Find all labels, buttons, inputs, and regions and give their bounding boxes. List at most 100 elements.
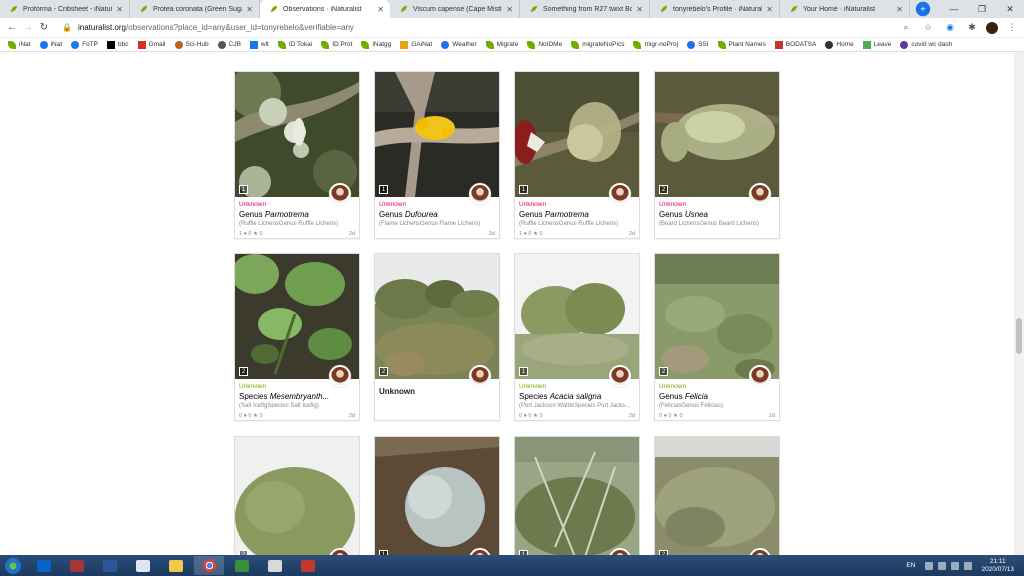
observation-card[interactable]: 2 [654, 436, 780, 555]
taxon-name[interactable]: Species Mesembryanth... [239, 391, 355, 402]
bookmark-item[interactable]: Plant Names [717, 40, 766, 49]
taskbar-photos[interactable] [260, 556, 290, 575]
taskbar-tool[interactable] [293, 556, 323, 575]
close-icon[interactable]: ✕ [506, 5, 513, 14]
taxon-name[interactable]: Genus Dufourea [379, 209, 495, 220]
star-icon[interactable]: ☆ [920, 20, 936, 36]
clock[interactable]: 21:11 2020/07/13 [981, 558, 1014, 574]
close-icon[interactable]: ✕ [636, 5, 643, 14]
taskbar-app[interactable] [227, 556, 257, 575]
close-icon[interactable]: ✕ [766, 5, 773, 14]
taxon-name[interactable]: Genus Usnea [659, 209, 775, 220]
observation-photo[interactable] [235, 72, 359, 197]
maximize-icon[interactable]: ❐ [968, 0, 996, 18]
search-icon[interactable]: ⌕ [898, 20, 914, 36]
close-icon[interactable]: ✕ [116, 5, 123, 14]
bookmark-item[interactable]: Home [825, 40, 854, 49]
observation-photo[interactable] [235, 254, 359, 379]
bookmark-item[interactable]: wlt [249, 40, 269, 49]
bookmark-item[interactable]: ID.Prot [321, 40, 352, 49]
tab-viscum[interactable]: Viscum capense (Cape Mistletoe ✕ [390, 0, 520, 18]
close-icon[interactable]: ✕ [246, 5, 253, 14]
bookmark-item[interactable]: FoTP [71, 40, 98, 49]
tab-home[interactable]: Your Home · iNaturalist ✕ [780, 0, 910, 18]
bookmark-item[interactable]: Gmail [137, 40, 166, 49]
close-icon[interactable]: ✕ [896, 5, 903, 14]
scrollbar-thumb[interactable] [1016, 318, 1022, 354]
forward-arrow-icon[interactable]: → [20, 20, 36, 36]
start-button[interactable] [0, 555, 26, 576]
vertical-scrollbar[interactable] [1014, 52, 1024, 555]
language-indicator[interactable]: EN [906, 562, 915, 569]
bookmark-item[interactable]: ID Tokai [277, 40, 312, 49]
observation-photo[interactable] [375, 72, 499, 197]
close-icon[interactable]: ✕ [377, 5, 384, 14]
tab-r27[interactable]: Something from R27 twixt Bottl ✕ [520, 0, 650, 18]
bookmark-item[interactable]: Leave [862, 40, 891, 49]
observation-card[interactable]: 1 Unknown Genus Parmotrema (Ruffle Liche… [234, 71, 360, 239]
taxon-name[interactable]: Unknown [379, 387, 495, 396]
volume-icon[interactable] [964, 561, 973, 570]
bookmark-item[interactable]: iNatgg [361, 40, 391, 49]
bookmark-item[interactable]: CJB [217, 40, 241, 49]
taskbar-outlook[interactable] [29, 556, 59, 575]
taxon-name[interactable]: Genus Parmotrema [239, 209, 355, 220]
bookmark-item[interactable]: migrateNoPics [571, 40, 624, 49]
profile-avatar[interactable] [986, 21, 998, 34]
taskbar-word[interactable] [95, 556, 125, 575]
bookmark-item[interactable]: iNat [39, 40, 62, 49]
observation-card[interactable]: 1 [514, 436, 640, 555]
observation-card[interactable]: 2 Unknown Species Mesembryanth... (Salt … [234, 253, 360, 421]
bookmark-item[interactable]: NoIDMe [527, 40, 562, 49]
observation-photo[interactable] [515, 254, 639, 379]
observation-card[interactable]: 2 [234, 436, 360, 555]
bookmark-item[interactable]: migr-noProj [633, 40, 678, 49]
taskbar-explorer[interactable] [161, 556, 191, 575]
observation-card[interactable]: 1 [374, 436, 500, 555]
observation-photo[interactable] [375, 254, 499, 379]
back-arrow-icon[interactable]: ← [4, 20, 20, 36]
observation-card[interactable]: 2 Unknown [374, 253, 500, 421]
network-icon[interactable] [938, 561, 947, 570]
observation-card[interactable]: 1 Unknown Genus Parmotrema (Ruffle Liche… [514, 71, 640, 239]
close-window-icon[interactable]: ✕ [996, 0, 1024, 18]
battery-icon[interactable] [951, 561, 960, 570]
observation-photo[interactable] [235, 437, 359, 555]
observation-photo[interactable] [375, 437, 499, 555]
taskbar-notepad[interactable] [128, 556, 158, 575]
observation-card[interactable]: 2 Unknown Genus Felicia (FeliciasGenus F… [654, 253, 780, 421]
tab-protea[interactable]: Protea coronata (Green Sugarbu ✕ [130, 0, 260, 18]
bookmark-item[interactable]: bbc [107, 40, 129, 49]
minimize-icon[interactable]: — [940, 0, 968, 18]
observation-photo[interactable] [515, 72, 639, 197]
taskbar-access[interactable] [62, 556, 92, 575]
bookmark-item[interactable]: Weather [441, 40, 477, 49]
puzzle-icon[interactable]: ✱ [964, 20, 980, 36]
observation-photo[interactable] [515, 437, 639, 555]
observation-card[interactable]: 1 Unknown Genus Dufourea (Flame LichensG… [374, 71, 500, 239]
new-tab-button[interactable]: + [915, 1, 931, 17]
extension-icon[interactable]: ◉ [942, 20, 958, 36]
tray-icon[interactable] [925, 561, 934, 570]
bookmark-item[interactable]: GAiNat [400, 40, 432, 49]
tab-proforma[interactable]: Proforma - Cribsheet - iNaturalist ✕ [0, 0, 130, 18]
observation-photo[interactable] [655, 72, 779, 197]
observation-photo[interactable] [655, 254, 779, 379]
taskbar-chrome[interactable] [194, 556, 224, 575]
address-bar[interactable]: 🔒 inaturalist.org/observations?place_id=… [58, 20, 892, 36]
bookmark-item[interactable]: covid wc dash [900, 40, 952, 49]
taxon-name[interactable]: Species Acacia saligna [519, 391, 635, 402]
bookmark-item[interactable]: SSI [687, 40, 709, 49]
observation-photo[interactable] [655, 437, 779, 555]
menu-dots-icon[interactable]: ⋮ [1004, 20, 1020, 36]
tab-observations[interactable]: Observations · iNaturalist ✕ [260, 0, 390, 18]
observation-card[interactable]: 2 Unknown Genus Usnea (Beard LichensGenu… [654, 71, 780, 239]
bookmark-item[interactable]: Migrate [485, 40, 518, 49]
bookmark-item[interactable]: iNat [8, 40, 31, 49]
taxon-name[interactable]: Genus Parmotrema [519, 209, 635, 220]
bookmark-item[interactable]: Sci-Hub [174, 40, 209, 49]
observation-card[interactable]: 1 Unknown Species Acacia saligna (Port J… [514, 253, 640, 421]
taxon-name[interactable]: Genus Felicia [659, 391, 775, 402]
bookmark-item[interactable]: BODATSA [774, 40, 816, 49]
reload-icon[interactable]: ↻ [36, 20, 52, 36]
